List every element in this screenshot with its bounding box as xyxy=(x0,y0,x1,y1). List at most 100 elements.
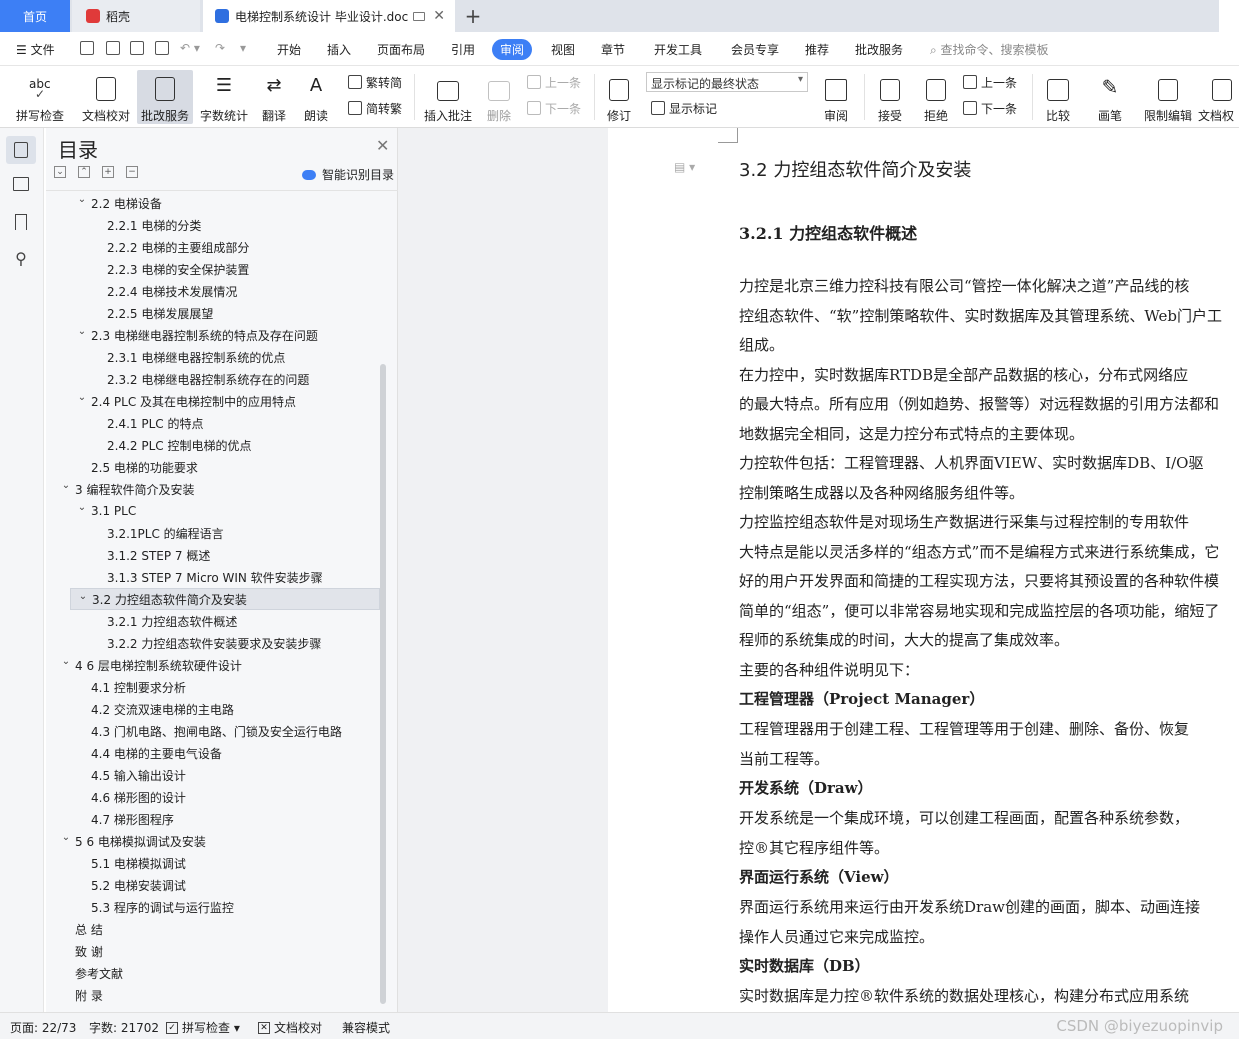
smart-toc-button[interactable]: 智能识别目录 xyxy=(302,166,394,183)
menu-member[interactable]: 会员专享 xyxy=(731,41,779,58)
chevron-down-icon[interactable]: ⌄ xyxy=(76,392,88,403)
toc-item[interactable]: 2.4.1 PLC 的特点 xyxy=(46,412,376,434)
next-comment-button[interactable]: 下一条 xyxy=(527,98,581,118)
document-page[interactable]: ▤ ▾ 3.2 力控组态软件简介及安装 3.2.1 力控组态软件概述 力控是北京… xyxy=(608,128,1239,1012)
reject-button[interactable]: 拒绝 xyxy=(916,70,956,124)
toc-item[interactable]: 2.2.3 电梯的安全保护装置 xyxy=(46,258,376,280)
tab-home[interactable]: 首页 xyxy=(0,0,70,32)
toc-item[interactable]: 3.2.1 力控组态软件概述 xyxy=(46,610,376,632)
toc-item[interactable]: 2.2.1 电梯的分类 xyxy=(46,214,376,236)
menu-view[interactable]: 视图 xyxy=(551,41,575,58)
word-count[interactable]: 字数: 21702 xyxy=(89,1019,159,1036)
close-icon[interactable]: ✕ xyxy=(376,136,389,155)
insert-comment-button[interactable]: 插入批注 xyxy=(420,70,476,124)
status-spell-check[interactable]: ✓ 拼写检查 ▾ xyxy=(166,1019,240,1036)
toc-item[interactable]: 总 结 xyxy=(46,918,376,940)
chevron-down-icon[interactable]: ⌄ xyxy=(76,194,88,205)
toc-item[interactable]: 4.2 交流双速电梯的主电路 xyxy=(46,698,376,720)
spell-check-button[interactable]: abc ✓ 拼写检查 xyxy=(10,70,70,124)
toc-item[interactable]: ⌄ 4 6 层电梯控制系统软硬件设计 xyxy=(46,654,376,676)
simp-to-trad-button[interactable]: 简转繁 xyxy=(348,98,402,118)
status-doc-proof[interactable]: ✕ 文档校对 xyxy=(258,1019,322,1036)
toc-item[interactable]: 4.5 输入输出设计 xyxy=(46,764,376,786)
toc-item[interactable]: 5.2 电梯安装调试 xyxy=(46,874,376,896)
chevron-down-icon[interactable]: ⌄ xyxy=(60,832,72,843)
doc-proof-button[interactable]: 文档校对 xyxy=(78,70,134,124)
undo-icon[interactable]: ↶ ▾ xyxy=(180,41,200,55)
review-pane-button[interactable]: 审阅 xyxy=(816,70,856,124)
menu-review[interactable]: 审阅 xyxy=(492,39,533,60)
read-aloud-button[interactable]: A 朗读 xyxy=(298,70,334,124)
toc-item[interactable]: 2.5 电梯的功能要求 xyxy=(46,456,376,478)
print-preview-icon[interactable] xyxy=(155,41,169,55)
toc-item[interactable]: ⌄ 2.2 电梯设备 xyxy=(46,192,376,214)
redo-icon[interactable]: ↷ xyxy=(215,41,225,55)
toc-item[interactable]: 4.1 控制要求分析 xyxy=(46,676,376,698)
command-search[interactable]: ⌕ 查找命令、搜索模板 xyxy=(930,41,1049,58)
compare-button[interactable]: 比较 xyxy=(1038,70,1078,124)
page-indicator[interactable]: 页面: 22/73 xyxy=(10,1019,76,1036)
toc-item[interactable]: 致 谢 xyxy=(46,940,376,962)
expand-all-icon[interactable]: + xyxy=(102,166,114,178)
chapter-panel-icon[interactable] xyxy=(11,174,31,194)
trad-to-simp-button[interactable]: 繁转简 xyxy=(348,72,402,92)
chevron-down-icon[interactable]: ⌄ xyxy=(60,656,72,667)
toc-item[interactable]: 5.1 电梯模拟调试 xyxy=(46,852,376,874)
expand-down-icon[interactable]: ⌄ xyxy=(54,166,66,178)
toc-item[interactable]: ⌄ 2.4 PLC 及其在电梯控制中的应用特点 xyxy=(46,390,376,412)
toc-item[interactable]: 2.3.2 电梯继电器控制系统存在的问题 xyxy=(46,368,376,390)
menu-correction[interactable]: 批改服务 xyxy=(855,41,903,58)
bookmark-icon[interactable] xyxy=(11,212,31,232)
toc-item[interactable]: 2.2.2 电梯的主要组成部分 xyxy=(46,236,376,258)
monitor-icon[interactable] xyxy=(413,11,425,21)
menu-insert[interactable]: 插入 xyxy=(327,41,351,58)
menu-devtools[interactable]: 开发工具 xyxy=(654,41,702,58)
more-icon[interactable]: ▾ xyxy=(240,41,246,55)
markup-display-select[interactable]: 显示标记的最终状态 xyxy=(646,72,808,92)
restrict-editing-button[interactable]: 限制编辑 xyxy=(1140,70,1196,124)
toc-item[interactable]: 3.2.2 力控组态软件安装要求及安装步骤 xyxy=(46,632,376,654)
toc-item[interactable]: 附 录 xyxy=(46,984,376,1006)
collapse-all-icon[interactable]: − xyxy=(126,166,138,178)
track-changes-button[interactable]: 修订 xyxy=(600,70,638,124)
toc-item[interactable]: 4.3 门机电路、抱闸电路、门锁及安全运行电路 xyxy=(46,720,376,742)
new-tab-button[interactable]: + xyxy=(462,0,484,32)
toc-item[interactable]: 3.2.1PLC 的编程语言 xyxy=(46,522,376,544)
window-control[interactable] xyxy=(1219,0,1239,32)
doc-permission-button[interactable]: 文档权 xyxy=(1198,70,1239,124)
chevron-down-icon[interactable]: ⌄ xyxy=(77,591,89,602)
toc-item[interactable]: ⌄ 3.1 PLC xyxy=(46,500,376,522)
toc-item[interactable]: 4.4 电梯的主要电气设备 xyxy=(46,742,376,764)
correction-service-button[interactable]: 批改服务 xyxy=(137,70,193,124)
menu-chapter[interactable]: 章节 xyxy=(601,41,625,58)
menu-start[interactable]: 开始 xyxy=(277,41,301,58)
word-count-button[interactable]: ☰ 字数统计 xyxy=(196,70,252,124)
toc-item[interactable]: ⌄ 3.2 力控组态软件简介及安装 xyxy=(70,588,380,610)
toc-item[interactable]: ⌄ 5 6 电梯模拟调试及安装 xyxy=(46,830,376,852)
chevron-down-icon[interactable]: ⌄ xyxy=(76,502,88,513)
accept-button[interactable]: 接受 xyxy=(870,70,910,124)
collapse-up-icon[interactable]: ⌃ xyxy=(78,166,90,178)
file-menu[interactable]: ☰ 文件 xyxy=(16,41,55,58)
toc-item[interactable]: 5.3 程序的调试与运行监控 xyxy=(46,896,376,918)
toc-item[interactable]: 3.1.2 STEP 7 概述 xyxy=(46,544,376,566)
chevron-down-icon[interactable]: ⌄ xyxy=(76,326,88,337)
toc-panel-icon[interactable] xyxy=(6,136,36,164)
delete-comment-button[interactable]: 删除 xyxy=(480,70,518,124)
prev-change-button[interactable]: 上一条 xyxy=(963,72,1017,92)
find-icon[interactable]: ⚲ xyxy=(11,248,31,268)
chevron-down-icon[interactable]: ⌄ xyxy=(60,480,72,491)
tab-daoke[interactable]: 稻壳 xyxy=(72,0,200,32)
toc-item[interactable]: 2.2.4 电梯技术发展情况 xyxy=(46,280,376,302)
show-markup-button[interactable]: 显示标记 xyxy=(651,98,717,118)
next-change-button[interactable]: 下一条 xyxy=(963,98,1017,118)
menu-layout[interactable]: 页面布局 xyxy=(377,41,425,58)
toc-item[interactable]: 4.6 梯形图的设计 xyxy=(46,786,376,808)
close-tab-icon[interactable]: ✕ xyxy=(433,8,445,24)
save-icon[interactable] xyxy=(80,41,94,55)
toc-item[interactable]: ⌄ 2.3 电梯继电器控制系统的特点及存在问题 xyxy=(46,324,376,346)
toc-item[interactable]: 3.1.3 STEP 7 Micro WIN 软件安装步骤 xyxy=(46,566,376,588)
tab-document[interactable]: 电梯控制系统设计 毕业设计.doc ✕ xyxy=(203,0,455,32)
toc-item[interactable]: 参考文献 xyxy=(46,962,376,984)
toc-item[interactable]: 2.2.5 电梯发展展望 xyxy=(46,302,376,324)
